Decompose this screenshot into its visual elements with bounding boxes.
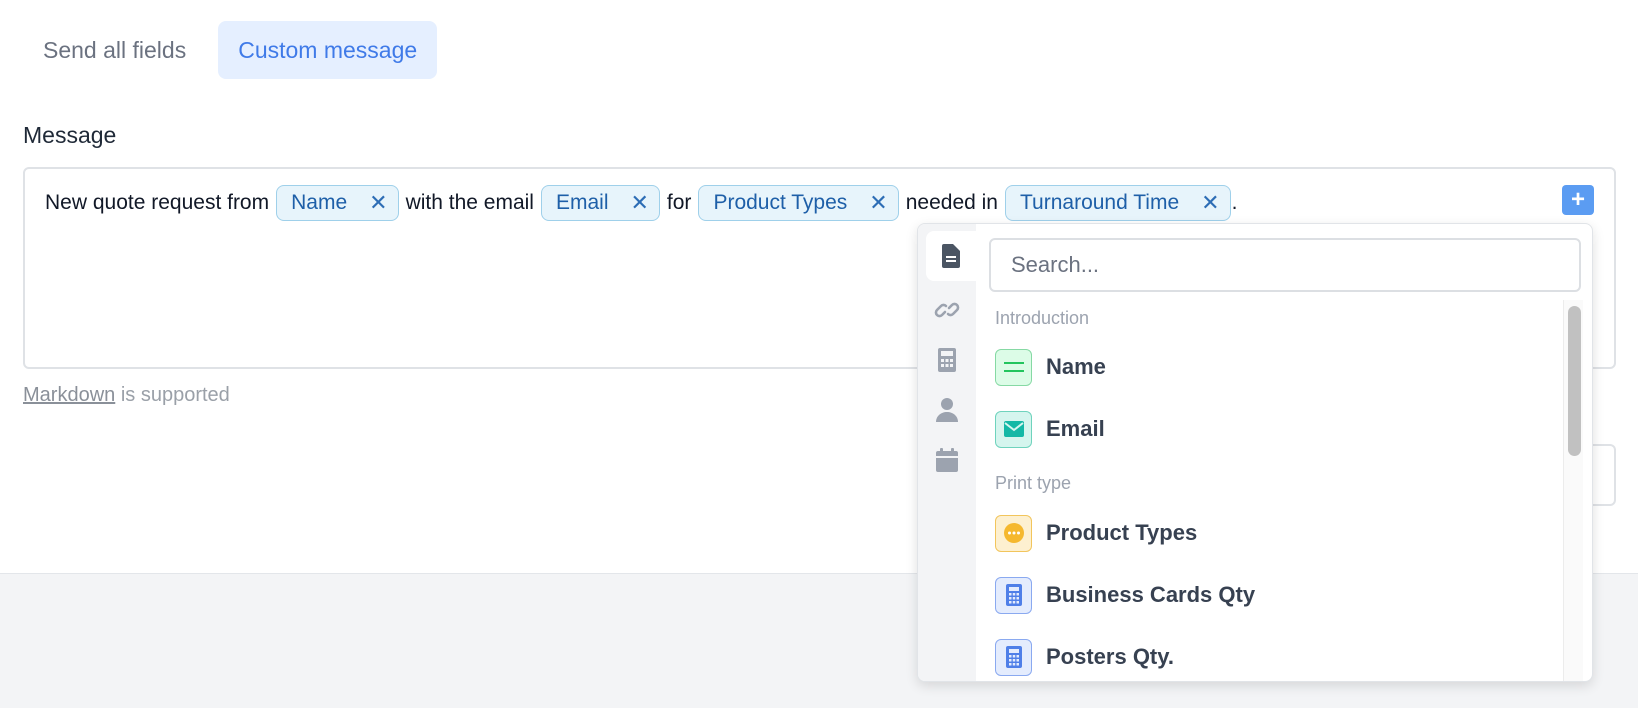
chip-label: Product Types — [713, 191, 848, 214]
insert-field-button[interactable]: + — [1562, 185, 1594, 215]
field-option-business-cards-qty[interactable]: Business Cards Qty — [995, 576, 1255, 614]
calendar-icon[interactable] — [930, 442, 964, 478]
field-option-label: Posters Qty. — [1046, 644, 1174, 669]
field-list-scrollbar[interactable] — [1563, 300, 1583, 681]
field-chip-name[interactable]: Name ✕ — [276, 185, 399, 221]
tab-custom-message[interactable]: Custom message — [218, 21, 438, 79]
calculator-icon — [995, 638, 1032, 676]
link-icon[interactable] — [930, 292, 964, 328]
markdown-link[interactable]: Markdown — [23, 384, 115, 406]
chip-label: Email — [555, 191, 609, 214]
field-chip-email[interactable]: Email ✕ — [540, 185, 660, 221]
markdown-suffix: is supported — [115, 384, 230, 406]
remove-chip-icon[interactable]: ✕ — [630, 192, 648, 214]
calculator-icon — [995, 576, 1032, 614]
group-label-introduction: Introduction — [995, 308, 1090, 328]
field-picker-dropdown: Introduction Name Email Print type Produ… — [917, 223, 1593, 682]
field-chip-turnaround-time[interactable]: Turnaround Time ✕ — [1005, 185, 1231, 221]
tab-send-all-fields[interactable]: Send all fields — [23, 21, 206, 79]
message-text: New quote request from — [45, 191, 270, 214]
message-text: needed in — [905, 191, 998, 214]
chip-label: Turnaround Time — [1020, 191, 1180, 214]
message-mode-tabs: Send all fields Custom message — [23, 21, 438, 79]
group-label-print-type: Print type — [995, 473, 1072, 493]
envelope-icon — [995, 410, 1032, 448]
field-option-label: Product Types — [1046, 520, 1198, 545]
scrollbar-thumb[interactable] — [1568, 306, 1581, 456]
field-option-label: Email — [1046, 416, 1105, 441]
person-icon[interactable] — [930, 392, 964, 428]
chip-label: Name — [291, 191, 348, 214]
calculator-icon[interactable] — [930, 342, 964, 378]
field-chip-product-types[interactable]: Product Types ✕ — [698, 185, 899, 221]
field-option-email[interactable]: Email — [995, 410, 1105, 448]
message-label: Message — [23, 122, 117, 148]
message-content: New quote request from Name ✕ with the e… — [45, 185, 1237, 221]
field-list: Introduction Name Email Print type Produ… — [976, 300, 1562, 681]
field-option-posters-qty[interactable]: Posters Qty. — [995, 638, 1174, 676]
field-category-sidebar — [918, 224, 976, 681]
field-option-name[interactable]: Name — [995, 348, 1106, 386]
message-text: for — [666, 191, 692, 214]
field-option-label: Name — [1046, 354, 1106, 379]
field-search-input[interactable] — [989, 238, 1581, 292]
message-text: with the email — [405, 191, 534, 214]
field-option-label: Business Cards Qty — [1046, 582, 1256, 607]
message-text: . — [1231, 191, 1238, 214]
multiple-choice-icon — [995, 514, 1032, 552]
short-text-icon — [995, 348, 1032, 386]
remove-chip-icon[interactable]: ✕ — [869, 192, 887, 214]
field-option-product-types[interactable]: Product Types — [995, 514, 1197, 552]
remove-chip-icon[interactable]: ✕ — [369, 192, 387, 214]
markdown-note: Markdown is supported — [23, 384, 230, 407]
remove-chip-icon[interactable]: ✕ — [1201, 192, 1219, 214]
document-icon[interactable] — [926, 231, 976, 281]
